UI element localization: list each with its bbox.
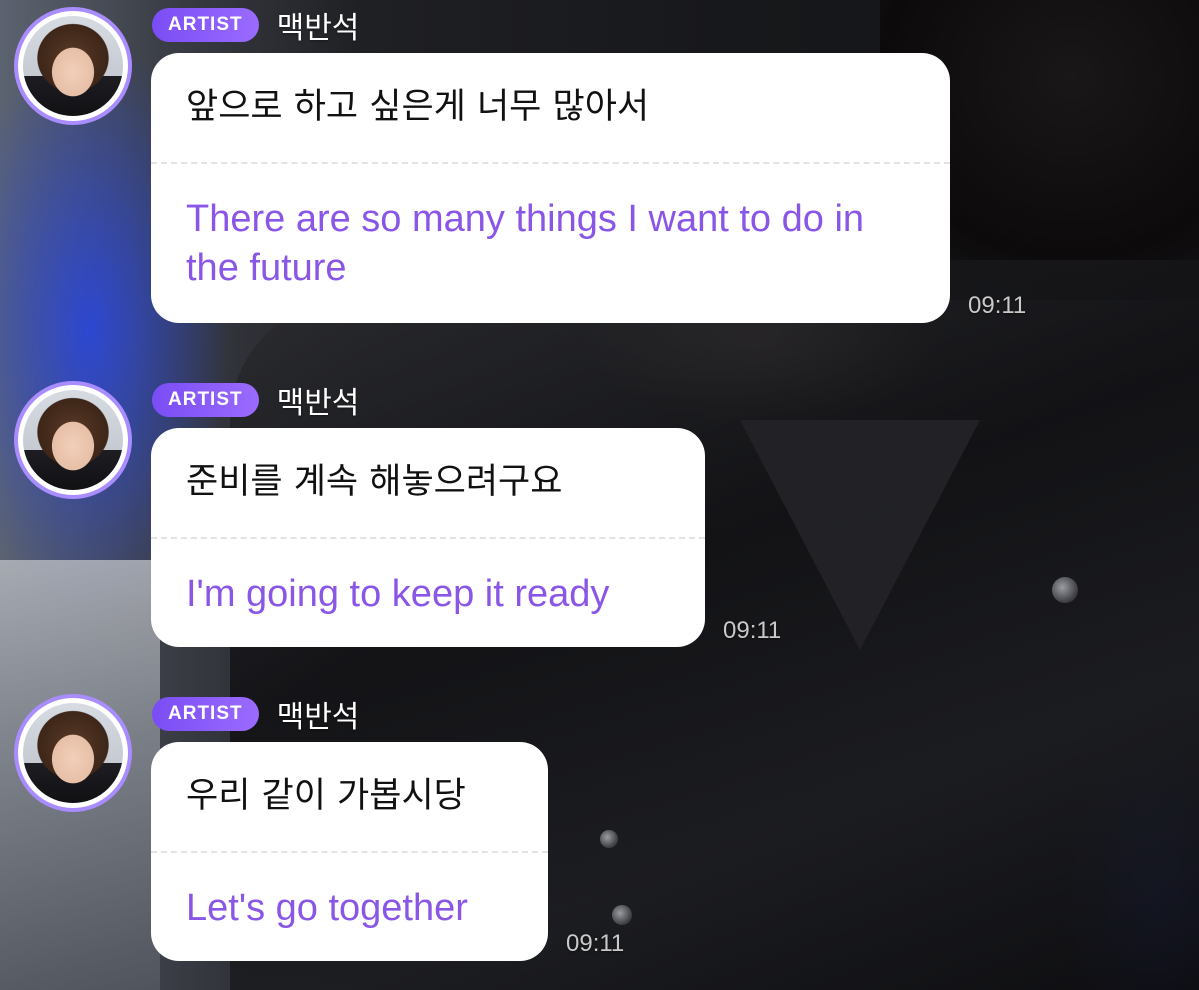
artist-badge: ARTIST (152, 8, 259, 42)
avatar-image (23, 16, 123, 116)
original-text: 준비를 계속 해놓으려구요 (186, 462, 563, 502)
artist-badge: ARTIST (152, 697, 259, 731)
original-text: 우리 같이 가봅시당 (186, 776, 466, 816)
message-bubble[interactable]: 우리 같이 가봅시당 Let's go together (151, 742, 548, 961)
sender-name[interactable]: 맥반석 (277, 3, 360, 47)
message-bubble[interactable]: 앞으로 하고 싶은게 너무 많아서 There are so many thin… (151, 53, 950, 323)
message-bubble[interactable]: 준비를 계속 해놓으려구요 I'm going to keep it ready (151, 428, 705, 647)
artist-badge: ARTIST (152, 383, 259, 417)
avatar-image (23, 390, 123, 490)
message-header: ARTIST 맥반석 (152, 692, 359, 736)
message-header: ARTIST 맥반석 (152, 3, 359, 47)
avatar-image (23, 703, 123, 803)
artist-avatar[interactable] (14, 381, 132, 499)
translation-text: I'm going to keep it ready (186, 573, 610, 615)
original-text: 앞으로 하고 싶은게 너무 많아서 (186, 87, 650, 127)
message-time: 09:11 (566, 930, 625, 957)
message-time: 09:11 (968, 292, 1027, 319)
sender-name[interactable]: 맥반석 (277, 378, 360, 422)
translation-text: Let's go together (186, 887, 468, 929)
message-time: 09:11 (723, 617, 782, 644)
artist-avatar[interactable] (14, 694, 132, 812)
chat-thread: ARTIST 맥반석 앞으로 하고 싶은게 너무 많아서 There are s… (0, 0, 1199, 990)
artist-avatar[interactable] (14, 7, 132, 125)
translation-text: There are so many things I want to do in… (186, 198, 865, 289)
message-header: ARTIST 맥반석 (152, 378, 359, 422)
sender-name[interactable]: 맥반석 (277, 692, 360, 736)
